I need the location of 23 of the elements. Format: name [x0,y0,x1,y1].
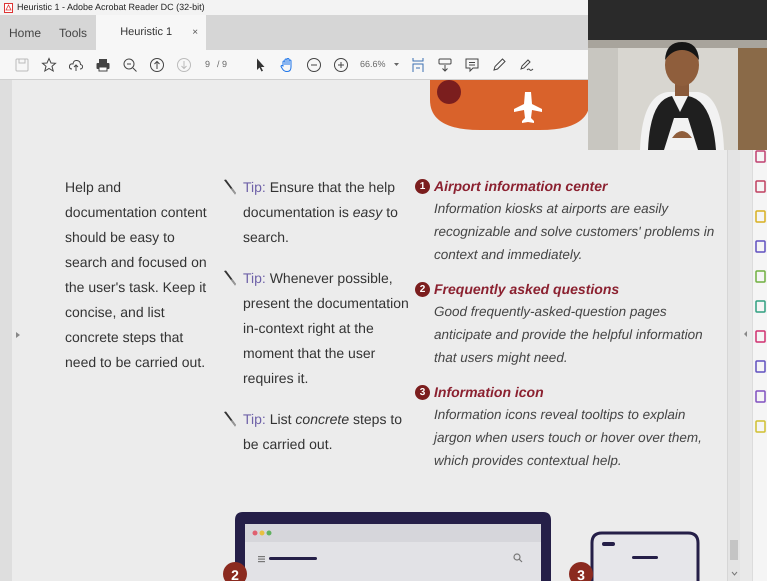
example-description: Good frequently-asked-question pages anticipate and provide the helpful information that users might need. [433,303,704,367]
intro-paragraph: Help and documentation content should be easy to search and focused on the user's task. Keep it concise, and list concrete steps that need to be carried out. [65,178,208,372]
tip-text: Tip: Whenever possible, present the documentation in-context right at the moment that the user requires it. [243,269,410,388]
tip-text: Tip: List concrete steps to be carried out. [243,410,404,454]
tab[interactable]: Home [0,15,50,50]
tab[interactable]: Heuristic 1 × [96,15,206,50]
example-description: Information kiosks at airports are easily recognizable and solve customers' problems in context and immediately. [433,200,716,264]
zoom-dropdown[interactable]: 66.6% [360,58,399,72]
page-count: / 9 [217,58,228,71]
window-title: Heuristic 1 - Adobe Acrobat Reader DC (32-bit) [17,0,205,14]
number-badge: 3 [569,562,593,581]
number-badge: 3 [415,384,430,400]
number-badge: 2 [415,282,430,296]
example-title: Information icon [434,383,544,402]
example-title: Airport information center [434,177,608,196]
example-title: Frequently asked questions [434,280,620,299]
tab[interactable]: Tools [50,15,96,50]
example-description: Information icons reveal tooltips to explain jargon when users touch or hover over them, which provides contextual help. [432,406,703,470]
tip-text: Tip: Ensure that the help documentation is easy to search. [243,178,399,247]
page-number-field[interactable]: 9 [205,58,210,72]
number-badge: 1 [415,178,430,194]
tab-close-button[interactable]: × [192,25,198,40]
number-badge: 2 [223,562,247,581]
